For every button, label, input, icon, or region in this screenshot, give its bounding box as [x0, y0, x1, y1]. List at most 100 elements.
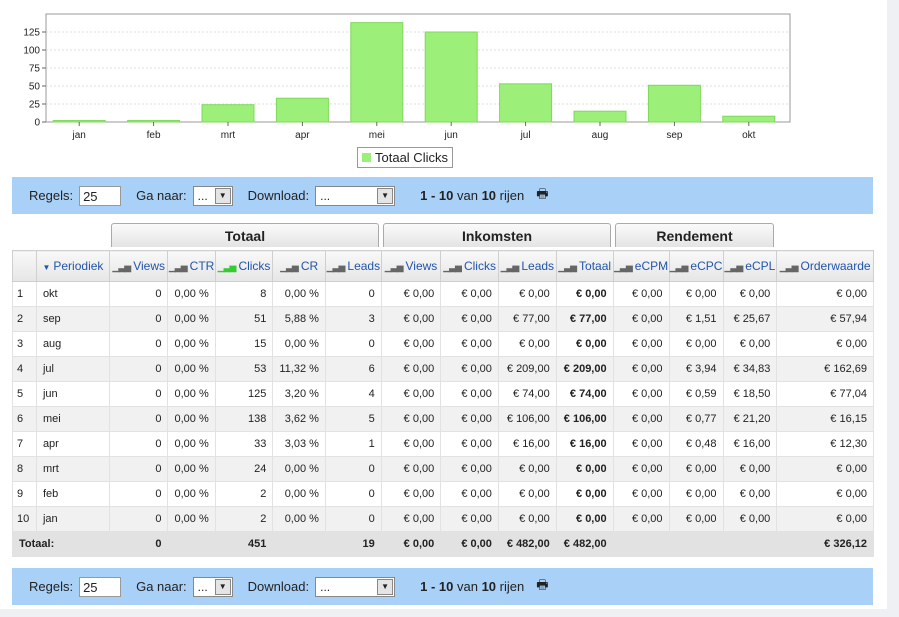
table-cell: 15	[214, 331, 274, 357]
table-cell: € 0,00	[612, 456, 670, 482]
table-cell: € 3,94	[668, 356, 724, 382]
table-row[interactable]: 4 jul 0 0,00 % 53 11,32 % 6 € 0,00 € 0,00 € 209,0…	[12, 356, 874, 382]
col-header-cr[interactable]: ▁▃▅ CR	[272, 250, 326, 282]
period-cell: aug	[35, 331, 110, 357]
pagination-info: 1 - 10 van 10 rijen	[420, 579, 524, 594]
table-cell: 0,00 %	[167, 331, 216, 357]
row-index-cell: 8	[12, 456, 37, 482]
table-cell: € 0,00	[555, 481, 614, 507]
table-cell: € 0,00	[612, 381, 670, 407]
table-cell: € 74,00	[555, 381, 614, 407]
bar-chart-icon: ▁▃▅	[724, 262, 744, 272]
row-index-cell: 4	[12, 356, 37, 382]
download-select[interactable]: ... ▼	[315, 576, 396, 597]
table-row[interactable]: 9 feb 0 0,00 % 2 0,00 % 0 € 0,00 € 0,00 € 0,00 € 0…	[12, 481, 874, 507]
table-cell: € 16,00	[555, 431, 614, 457]
table-row[interactable]: 10 jan 0 0,00 % 2 0,00 % 0 € 0,00 € 0,00 € 0,00 € …	[12, 506, 874, 532]
rows-label: Regels:	[29, 579, 74, 594]
bar-chart-icon: ▁▃▅	[326, 262, 346, 272]
table-cell: € 0,00	[668, 481, 724, 507]
col-header-ecpm[interactable]: ▁▃▅ eCPM	[612, 250, 670, 282]
table-cell: 2	[214, 506, 274, 532]
table-cell: 0	[324, 331, 382, 357]
col-header-ecpl[interactable]: ▁▃▅ eCPL	[722, 250, 778, 282]
chevron-down-icon[interactable]: ▼	[214, 578, 231, 595]
table-cell: € 0,00	[440, 481, 499, 507]
totals-cell	[272, 531, 326, 557]
table-cell: € 0,00	[440, 506, 499, 532]
table-cell: € 0,00	[440, 456, 499, 482]
table-cell: € 0,00	[668, 506, 724, 532]
table-row[interactable]: 5 jun 0 0,00 % 125 3,20 % 4 € 0,00 € 0,00 € 74,00…	[12, 381, 874, 407]
bar	[201, 104, 255, 123]
table-header-row: ▼ Periodiek ▁▃▅ Views ▁▃▅ CTR ▁▃▅ Clicks ▁▃▅…	[12, 250, 874, 282]
x-tick-label: jul	[520, 130, 531, 141]
toolbar-top: Regels: 25 Ga naar: ... ▼ Download: ... …	[12, 177, 873, 214]
chevron-down-icon[interactable]: ▼	[377, 187, 394, 204]
rows-input[interactable]: 25	[79, 576, 122, 597]
goto-select[interactable]: ... ▼	[192, 576, 233, 597]
goto-label: Ga naar:	[136, 579, 187, 594]
pagination-range: 1 - 10	[420, 579, 454, 594]
download-select[interactable]: ... ▼	[315, 185, 396, 206]
table-row[interactable]: 7 apr 0 0,00 % 33 3,03 % 1 € 0,00 € 0,00 € 16,00 €…	[12, 431, 874, 457]
rows-input[interactable]: 25	[79, 185, 122, 206]
row-index-cell: 9	[12, 481, 37, 507]
col-header-ecpc[interactable]: ▁▃▅ eCPC	[668, 250, 724, 282]
col-header-clicks[interactable]: ▁▃▅ Clicks	[214, 250, 274, 282]
chart-legend: Totaal Clicks	[357, 147, 453, 168]
col-header-ink-clicks[interactable]: ▁▃▅ Clicks	[440, 250, 499, 282]
pagination-unit: rijen	[499, 188, 525, 203]
pagination-of: van	[456, 188, 478, 203]
table-cell: € 0,00	[612, 281, 670, 307]
table-cell: 53	[214, 356, 274, 382]
x-tick-label: feb	[147, 130, 161, 141]
table-row[interactable]: 6 mei 0 0,00 % 138 3,62 % 5 € 0,00 € 0,00 € 106,0…	[12, 406, 874, 432]
table-cell: 2	[214, 481, 274, 507]
bar-chart-icon: ▁▃▅	[500, 262, 520, 272]
col-header-ink-views[interactable]: ▁▃▅ Views	[380, 250, 442, 282]
col-header-ink-totaal[interactable]: ▁▃▅ Totaal	[555, 250, 614, 282]
table-cell: € 0,00	[497, 331, 557, 357]
totals-cell: 0	[108, 531, 169, 557]
bar	[424, 31, 478, 123]
chevron-down-icon[interactable]: ▼	[214, 187, 231, 204]
pagination-total: 10	[481, 188, 497, 203]
goto-select[interactable]: ... ▼	[192, 185, 233, 206]
col-header-ink-leads[interactable]: ▁▃▅ Leads	[497, 250, 557, 282]
printer-icon[interactable]: 🖶	[536, 185, 548, 207]
col-header-periodiek[interactable]: ▼ Periodiek	[35, 250, 110, 282]
table-cell: € 0,00	[612, 406, 670, 432]
bar-chart-icon-active: ▁▃▅	[217, 262, 237, 272]
download-value: ...	[320, 579, 331, 594]
table-cell: € 0,00	[497, 506, 557, 532]
table-cell: 6	[324, 356, 382, 382]
totals-cell: € 0,00	[440, 531, 499, 557]
table-row[interactable]: 3 aug 0 0,00 % 15 0,00 % 0 € 0,00 € 0,00 € 0,00 € …	[12, 331, 874, 357]
row-index-cell: 2	[12, 306, 37, 332]
table-row[interactable]: 2 sep 0 0,00 % 51 5,88 % 3 € 0,00 € 0,00 € 77,00 €…	[12, 306, 874, 332]
table-cell: 0,00 %	[272, 281, 326, 307]
totals-cell: 19	[324, 531, 382, 557]
table-cell: € 209,00	[497, 356, 557, 382]
table-cell: 0,00 %	[272, 506, 326, 532]
table-cell: € 106,00	[555, 406, 614, 432]
table-row[interactable]: 8 mrt 0 0,00 % 24 0,00 % 0 € 0,00 € 0,00 € 0,00 € …	[12, 456, 874, 482]
col-header-leads[interactable]: ▁▃▅ Leads	[324, 250, 382, 282]
col-header-index	[12, 250, 37, 282]
totals-cell	[612, 531, 670, 557]
row-index-cell: 5	[12, 381, 37, 407]
col-header-views[interactable]: ▁▃▅ Views	[108, 250, 169, 282]
report-table: ▼ Periodiek ▁▃▅ Views ▁▃▅ CTR ▁▃▅ Clicks ▁▃▅…	[12, 250, 874, 557]
table-cell: € 0,00	[722, 506, 778, 532]
printer-icon[interactable]: 🖶	[536, 576, 548, 598]
table-cell: 51	[214, 306, 274, 332]
table-cell: € 0,00	[612, 481, 670, 507]
table-row[interactable]: 1 okt 0 0,00 % 8 0,00 % 0 € 0,00 € 0,00 € 0,00 € 0…	[12, 281, 874, 307]
row-index-cell: 6	[12, 406, 37, 432]
col-header-orderwaarde[interactable]: ▁▃▅ Orderwaarde	[776, 250, 874, 282]
table-cell: € 0,00	[497, 481, 557, 507]
col-header-ctr[interactable]: ▁▃▅ CTR	[167, 250, 216, 282]
chevron-down-icon[interactable]: ▼	[377, 578, 394, 595]
table-cell: 138	[214, 406, 274, 432]
